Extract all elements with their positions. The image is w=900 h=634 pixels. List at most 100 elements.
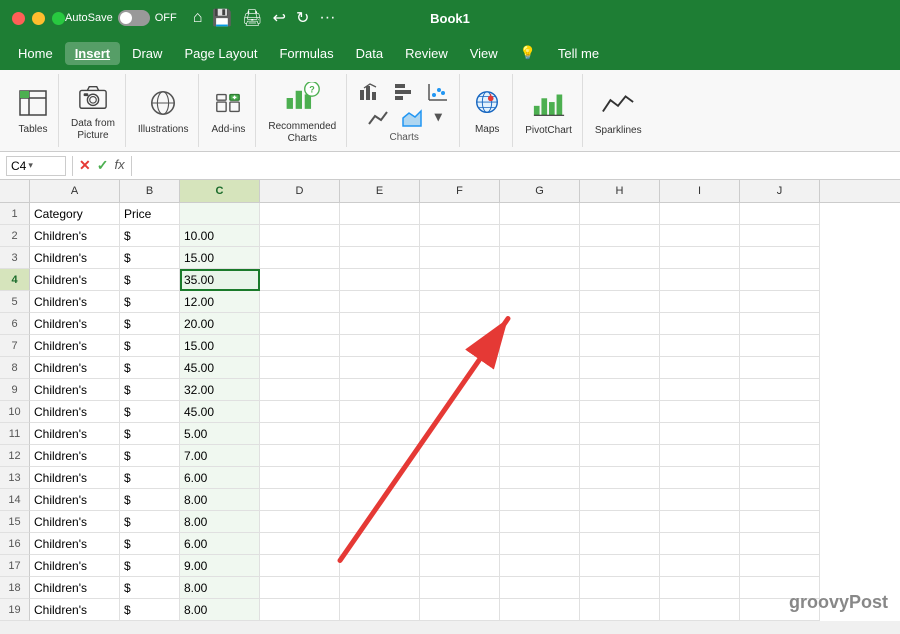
cell-C13[interactable]: 6.00	[180, 467, 260, 489]
cell-G1[interactable]	[500, 203, 580, 225]
cell-H12[interactable]	[580, 445, 660, 467]
cell-F16[interactable]	[420, 533, 500, 555]
cell-H5[interactable]	[580, 291, 660, 313]
cell-B18[interactable]: $	[120, 577, 180, 599]
cancel-formula-icon[interactable]: ✕	[79, 157, 91, 174]
cell-H15[interactable]	[580, 511, 660, 533]
cell-A11[interactable]: Children's	[30, 423, 120, 445]
cell-H19[interactable]	[580, 599, 660, 621]
cell-F18[interactable]	[420, 577, 500, 599]
col-header-F[interactable]: F	[420, 180, 500, 202]
cell-F1[interactable]	[420, 203, 500, 225]
cell-H17[interactable]	[580, 555, 660, 577]
menu-review[interactable]: Review	[395, 42, 458, 65]
row-number[interactable]: 8	[0, 357, 30, 379]
cell-J14[interactable]	[740, 489, 820, 511]
autosave-toggle-switch[interactable]	[118, 10, 150, 26]
cell-J13[interactable]	[740, 467, 820, 489]
close-button[interactable]	[12, 12, 25, 25]
cell-I15[interactable]	[660, 511, 740, 533]
cell-G19[interactable]	[500, 599, 580, 621]
print-icon[interactable]: 🖨	[242, 8, 262, 28]
cell-F7[interactable]	[420, 335, 500, 357]
row-number[interactable]: 5	[0, 291, 30, 313]
cell-I1[interactable]	[660, 203, 740, 225]
cell-B8[interactable]: $	[120, 357, 180, 379]
cell-D2[interactable]	[260, 225, 340, 247]
cell-J9[interactable]	[740, 379, 820, 401]
cell-E17[interactable]	[340, 555, 420, 577]
cell-D8[interactable]	[260, 357, 340, 379]
cell-D18[interactable]	[260, 577, 340, 599]
row-number[interactable]: 1	[0, 203, 30, 225]
cell-F14[interactable]	[420, 489, 500, 511]
cell-A4[interactable]: Children's	[30, 269, 120, 291]
cell-C10[interactable]: 45.00	[180, 401, 260, 423]
cell-E16[interactable]	[340, 533, 420, 555]
cell-G13[interactable]	[500, 467, 580, 489]
cell-A6[interactable]: Children's	[30, 313, 120, 335]
cell-B9[interactable]: $	[120, 379, 180, 401]
maps-button[interactable]: Maps	[468, 87, 506, 138]
cell-I2[interactable]	[660, 225, 740, 247]
cell-E7[interactable]	[340, 335, 420, 357]
cell-A12[interactable]: Children's	[30, 445, 120, 467]
cell-G7[interactable]	[500, 335, 580, 357]
cell-J16[interactable]	[740, 533, 820, 555]
cell-A19[interactable]: Children's	[30, 599, 120, 621]
cell-C15[interactable]: 8.00	[180, 511, 260, 533]
row-number[interactable]: 18	[0, 577, 30, 599]
cell-E13[interactable]	[340, 467, 420, 489]
tables-button[interactable]: Tables	[14, 87, 52, 138]
row-number[interactable]: 15	[0, 511, 30, 533]
cell-B3[interactable]: $	[120, 247, 180, 269]
cell-F13[interactable]	[420, 467, 500, 489]
cell-H11[interactable]	[580, 423, 660, 445]
cell-D16[interactable]	[260, 533, 340, 555]
cell-A16[interactable]: Children's	[30, 533, 120, 555]
cell-C6[interactable]: 20.00	[180, 313, 260, 335]
cell-J11[interactable]	[740, 423, 820, 445]
cell-H4[interactable]	[580, 269, 660, 291]
cell-G8[interactable]	[500, 357, 580, 379]
row-number[interactable]: 11	[0, 423, 30, 445]
cell-E15[interactable]	[340, 511, 420, 533]
cell-G3[interactable]	[500, 247, 580, 269]
cell-A15[interactable]: Children's	[30, 511, 120, 533]
cell-F17[interactable]	[420, 555, 500, 577]
undo-icon[interactable]: ↩	[273, 8, 286, 28]
row-number[interactable]: 13	[0, 467, 30, 489]
cell-B14[interactable]: $	[120, 489, 180, 511]
menu-insert[interactable]: Insert	[65, 42, 120, 65]
cell-C16[interactable]: 6.00	[180, 533, 260, 555]
home-icon[interactable]: ⌂	[193, 9, 203, 27]
col-header-H[interactable]: H	[580, 180, 660, 202]
cell-A14[interactable]: Children's	[30, 489, 120, 511]
cell-I12[interactable]	[660, 445, 740, 467]
cell-G10[interactable]	[500, 401, 580, 423]
cell-I6[interactable]	[660, 313, 740, 335]
cell-A10[interactable]: Children's	[30, 401, 120, 423]
cell-C1[interactable]	[180, 203, 260, 225]
cell-E9[interactable]	[340, 379, 420, 401]
cell-D4[interactable]	[260, 269, 340, 291]
cell-F11[interactable]	[420, 423, 500, 445]
cell-D9[interactable]	[260, 379, 340, 401]
cell-A13[interactable]: Children's	[30, 467, 120, 489]
cell-I10[interactable]	[660, 401, 740, 423]
cell-F15[interactable]	[420, 511, 500, 533]
cell-F9[interactable]	[420, 379, 500, 401]
cell-H14[interactable]	[580, 489, 660, 511]
more-charts-button[interactable]: ▾	[431, 106, 446, 130]
cell-F3[interactable]	[420, 247, 500, 269]
col-header-B[interactable]: B	[120, 180, 180, 202]
cell-J10[interactable]	[740, 401, 820, 423]
cell-C7[interactable]: 15.00	[180, 335, 260, 357]
cell-G11[interactable]	[500, 423, 580, 445]
more-icon[interactable]: ···	[319, 9, 335, 27]
cell-B19[interactable]: $	[120, 599, 180, 621]
cell-D7[interactable]	[260, 335, 340, 357]
cell-E8[interactable]	[340, 357, 420, 379]
cell-B7[interactable]: $	[120, 335, 180, 357]
cell-E19[interactable]	[340, 599, 420, 621]
